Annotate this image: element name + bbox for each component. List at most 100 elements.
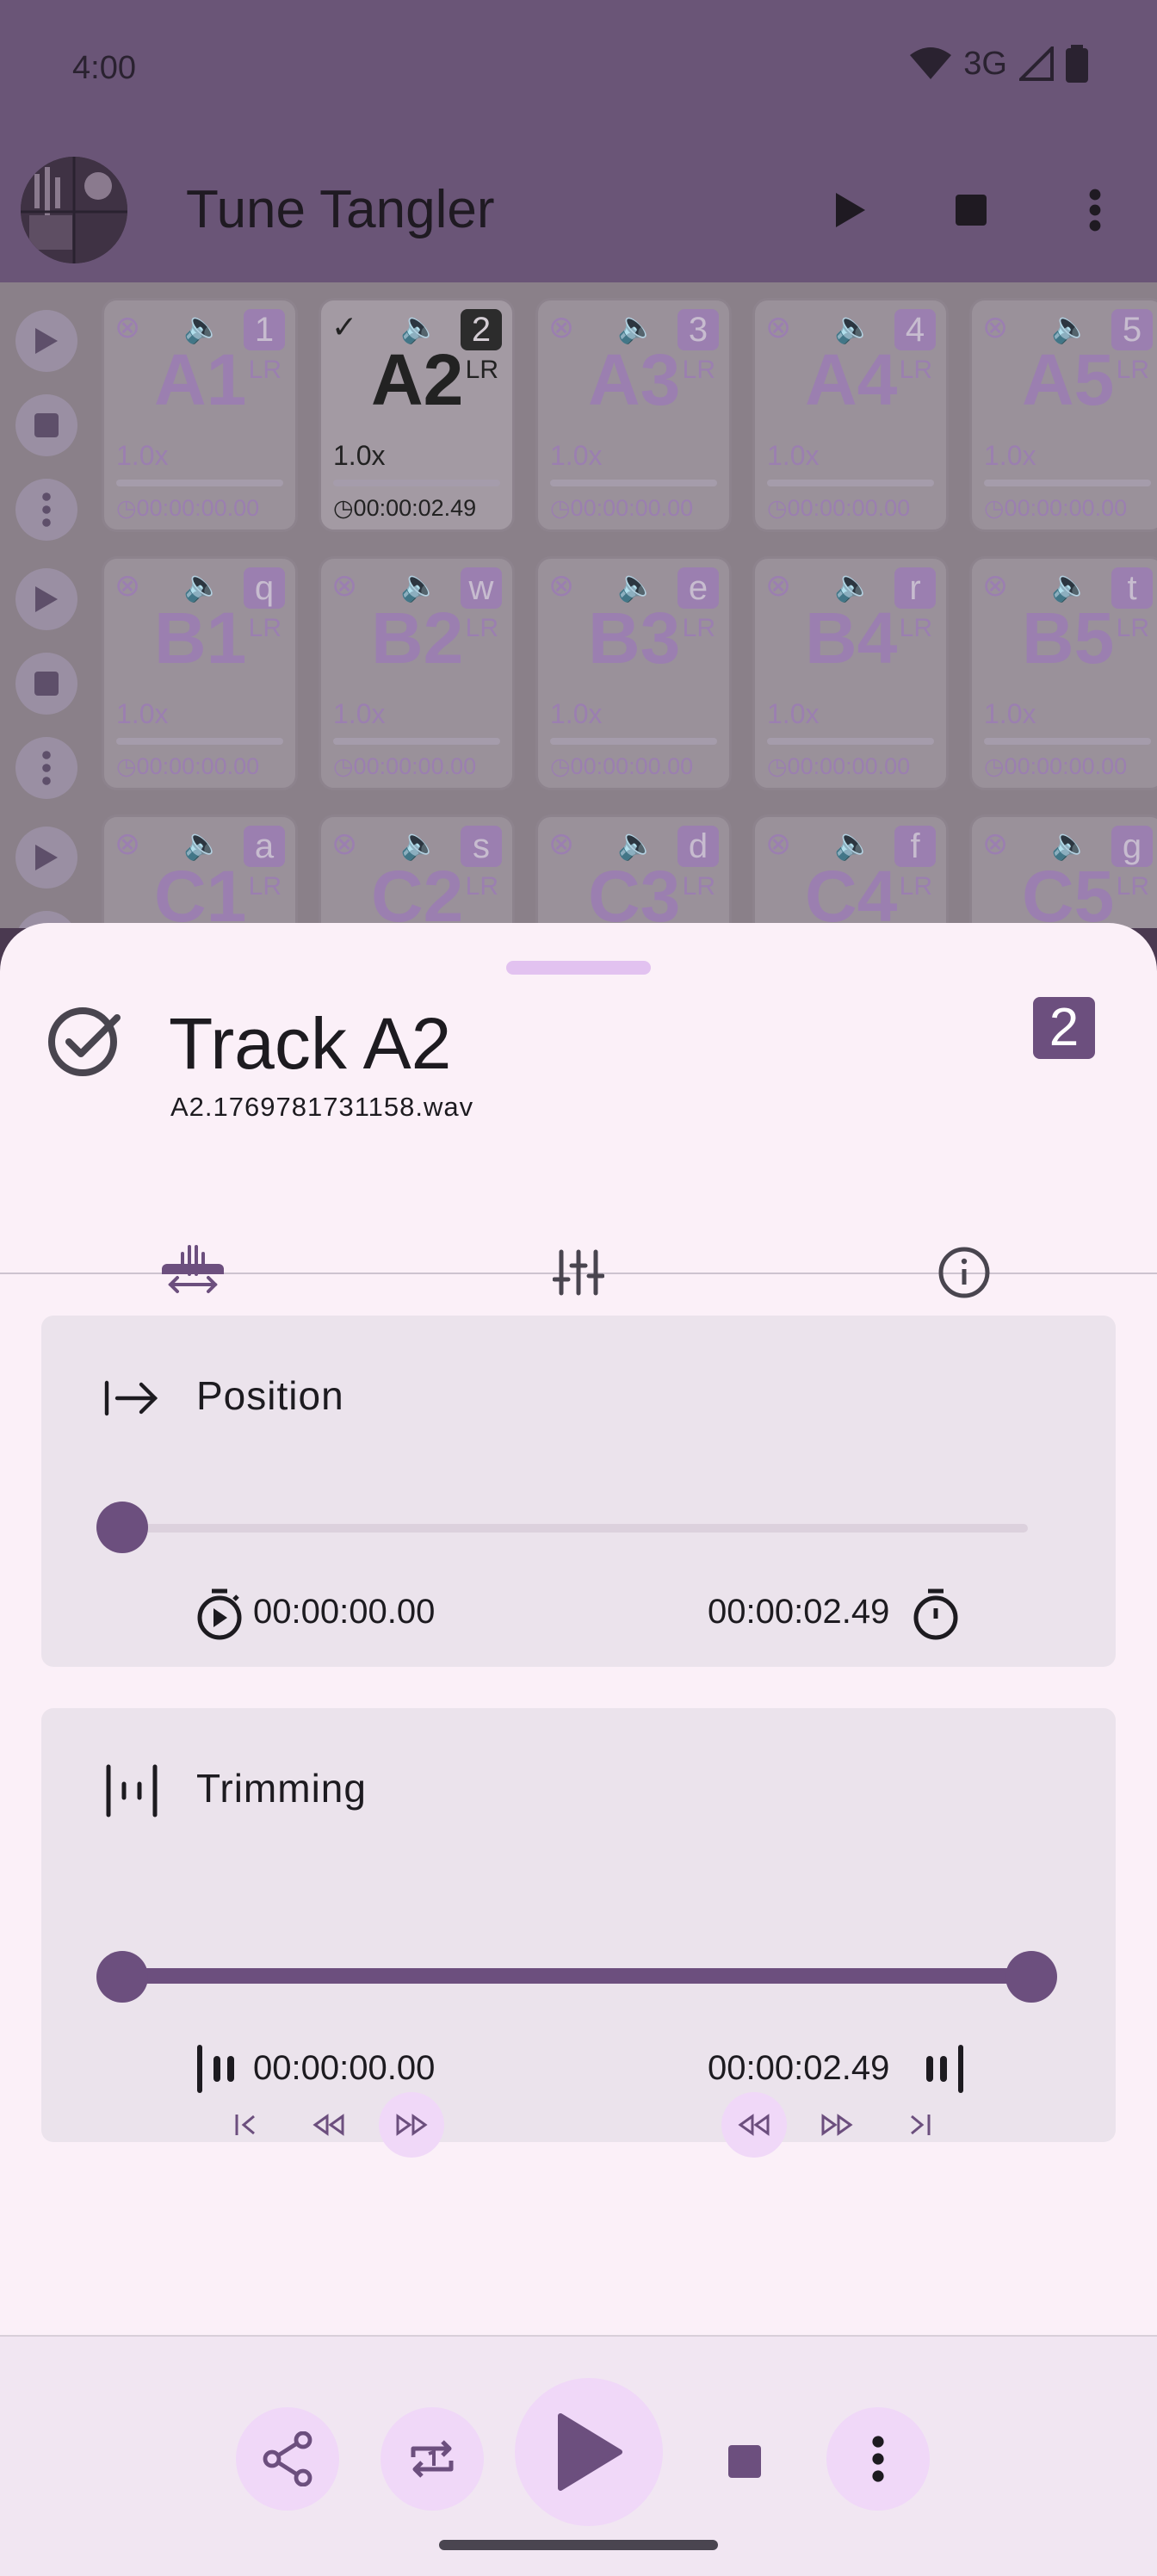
repeat-one-button[interactable] — [381, 2407, 484, 2511]
pad-c1[interactable]: ⊗ 🔈 a C1 LR — [102, 814, 298, 928]
drag-handle[interactable] — [506, 961, 651, 975]
pad-name: A2 — [371, 339, 464, 420]
share-button[interactable] — [236, 2407, 339, 2511]
row-more-button[interactable] — [15, 737, 77, 799]
stop-button[interactable] — [728, 2445, 761, 2478]
pad-key: 1 — [244, 309, 285, 350]
tab-position-trim[interactable] — [150, 1174, 236, 1293]
trim-end-to-finish-button[interactable] — [887, 2092, 952, 2158]
trim-start-time: 00:00:00.00 — [253, 2049, 436, 2087]
play-all-button[interactable] — [823, 183, 878, 238]
pad-channel: LR — [248, 872, 282, 901]
pad-name: C3 — [588, 856, 681, 928]
play-icon — [558, 2413, 622, 2491]
more-options-button[interactable] — [826, 2407, 930, 2511]
trim-slider-range[interactable] — [122, 1968, 1031, 1984]
pad-progress — [767, 480, 934, 486]
close-icon: ⊗ — [114, 309, 141, 344]
trim-start-to-beginning-button[interactable] — [213, 2092, 279, 2158]
pad-name: A5 — [1022, 339, 1115, 420]
pad-key: 3 — [677, 309, 719, 350]
pad-progress — [984, 480, 1151, 486]
pad-c4[interactable]: ⊗ 🔈 f C4 LR — [752, 814, 949, 928]
pad-speed: 1.0x — [984, 440, 1036, 471]
trim-end-thumb[interactable] — [1005, 1951, 1057, 2003]
trim-start-rewind-button[interactable] — [296, 2092, 362, 2158]
row-stop-button[interactable] — [15, 653, 77, 715]
check-circle-icon[interactable] — [46, 1002, 124, 1080]
pad-key: g — [1111, 826, 1153, 867]
row-more-button[interactable] — [15, 479, 77, 541]
share-icon — [263, 2431, 312, 2486]
pad-time: ◷00:00:00.00 — [550, 495, 694, 521]
pad-channel: LR — [465, 614, 498, 642]
pad-key: q — [244, 567, 285, 609]
pad-channel: LR — [248, 356, 282, 384]
pad-c5[interactable]: ⊗ 🔈 g C5 LR — [969, 814, 1157, 928]
pad-name: A4 — [805, 339, 898, 420]
trim-end-rewind-button[interactable] — [721, 2092, 787, 2158]
more-vert-icon — [42, 492, 51, 527]
pad-key: a — [244, 826, 285, 867]
pad-b4[interactable]: ⊗ 🔈 r B4 LR 1.0x ◷00:00:00.00 — [752, 556, 949, 790]
pad-speed: 1.0x — [116, 698, 169, 729]
more-vert-icon — [1089, 189, 1101, 232]
pad-b3[interactable]: ⊗ 🔈 e B3 LR 1.0x ◷00:00:00.00 — [535, 556, 732, 790]
stop-all-button[interactable] — [944, 183, 999, 238]
trimming-card: Trimming 00:00:00.00 00:00:02.49 — [41, 1708, 1116, 2158]
play-icon — [836, 193, 865, 227]
row-stop-button[interactable] — [15, 394, 77, 456]
close-icon: ⊗ — [982, 309, 1009, 344]
pad-time: ◷00:00:00.00 — [116, 495, 260, 521]
check-icon: ✓ — [331, 309, 358, 344]
pad-a4[interactable]: ⊗ 🔈 4 A4 LR 1.0x ◷00:00:00.00 — [752, 298, 949, 532]
play-button[interactable] — [515, 2378, 663, 2526]
pad-b1[interactable]: ⊗ 🔈 q B1 LR 1.0x ◷00:00:00.00 — [102, 556, 298, 790]
pad-progress — [984, 738, 1151, 745]
overflow-menu-button[interactable] — [1067, 183, 1123, 238]
fast-forward-icon — [396, 2114, 428, 2136]
pad-time: ◷00:00:00.00 — [333, 753, 477, 779]
row-play-button[interactable] — [15, 568, 77, 630]
pad-speed: 1.0x — [767, 698, 820, 729]
play-icon — [35, 328, 58, 354]
tab-effects[interactable] — [535, 1174, 622, 1296]
pad-key: w — [461, 567, 502, 609]
row-controls — [15, 310, 77, 563]
trim-end-forward-button[interactable] — [804, 2092, 869, 2158]
row-play-button[interactable] — [15, 827, 77, 889]
tab-info[interactable] — [921, 1174, 1007, 1298]
skip-end-icon — [911, 2115, 931, 2135]
pad-b2[interactable]: ⊗ 🔈 w B2 LR 1.0x ◷00:00:00.00 — [319, 556, 515, 790]
file-name: A2.1769781731158.wav — [170, 1092, 474, 1122]
timer-end-icon — [913, 1588, 958, 1640]
trim-start-thumb[interactable] — [96, 1951, 148, 2003]
close-icon: ⊗ — [982, 826, 1009, 861]
pad-channel: LR — [682, 356, 715, 384]
trim-start-forward-button[interactable] — [379, 2092, 444, 2158]
pad-c2[interactable]: ⊗ 🔈 s C2 LR — [319, 814, 515, 928]
track-bottom-sheet: Track A2 A2.1769781731158.wav 2 Position — [0, 923, 1157, 2576]
pad-a5[interactable]: ⊗ 🔈 5 A5 LR 1.0x ◷00:00:00.00 — [969, 298, 1157, 532]
more-vert-icon — [42, 751, 51, 785]
pad-speed: 1.0x — [116, 440, 169, 471]
pad-speed: 1.0x — [333, 440, 386, 471]
pad-progress — [767, 738, 934, 745]
pad-time: ◷00:00:00.00 — [984, 753, 1128, 779]
pad-b5[interactable]: ⊗ 🔈 t B5 LR 1.0x ◷00:00:00.00 — [969, 556, 1157, 790]
pad-a3[interactable]: ⊗ 🔈 3 A3 LR 1.0x ◷00:00:00.00 — [535, 298, 732, 532]
pad-key: r — [894, 567, 936, 609]
pad-speed: 1.0x — [984, 698, 1036, 729]
position-slider-thumb[interactable] — [96, 1502, 148, 1553]
pad-a1[interactable]: ⊗ 🔈 1 A1 LR 1.0x ◷00:00:00.00 — [102, 298, 298, 532]
pad-name: A3 — [588, 339, 681, 420]
pad-c3[interactable]: ⊗ 🔈 d C3 LR — [535, 814, 732, 928]
stop-icon — [34, 413, 59, 437]
pad-a2[interactable]: ✓ 🔈 2 A2 LR 1.0x ◷00:00:02.49 — [319, 298, 515, 532]
pad-name: B4 — [805, 598, 898, 678]
position-slider-track[interactable] — [122, 1524, 1028, 1533]
row-play-button[interactable] — [15, 310, 77, 372]
close-icon: ⊗ — [765, 567, 792, 603]
app-bar: Tune Tangler — [0, 138, 1157, 282]
pad-name: B5 — [1022, 598, 1115, 678]
